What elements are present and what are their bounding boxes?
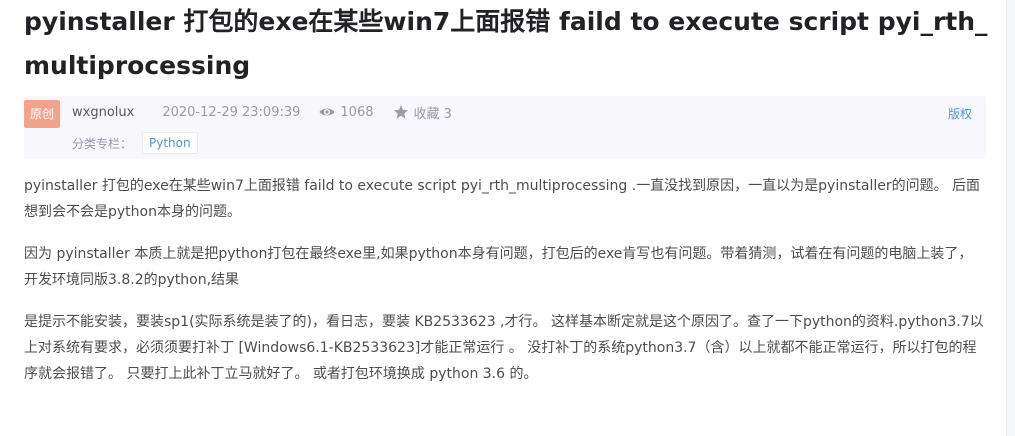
category-row: 分类专栏： Python bbox=[72, 132, 198, 154]
content-paragraph: 是提示不能安装，要装sp1(实际系统是装了的)，看日志，要装 KB2533623… bbox=[24, 314, 984, 382]
original-badge: 原创 bbox=[24, 100, 60, 128]
article-content: pyinstaller 打包的exe在某些win7上面报错 faild to e… bbox=[24, 173, 984, 403]
publish-date: 2020-12-29 23:09:39 bbox=[162, 104, 301, 120]
content-paragraph: pyinstaller 打包的exe在某些win7上面报错 faild to e… bbox=[24, 178, 981, 220]
article-meta-box: 原创 wxgnolux 2020-12-29 23:09:39 1068 收藏 … bbox=[24, 96, 986, 159]
copyright-link[interactable]: 版权 bbox=[948, 105, 972, 122]
content-paragraph: 因为 pyinstaller 本质上就是把python打包在最终exe里,如果p… bbox=[24, 246, 973, 288]
category-tag-python[interactable]: Python bbox=[142, 132, 198, 154]
favorite-button[interactable]: 收藏 3 bbox=[414, 103, 452, 122]
author-link[interactable]: wxgnolux bbox=[72, 105, 134, 120]
eye-icon bbox=[318, 103, 336, 121]
article-meta-row: wxgnolux 2020-12-29 23:09:39 1068 收藏 3 bbox=[72, 102, 452, 122]
page-scroll-edge bbox=[1006, 0, 1015, 436]
article-title: pyinstaller 打包的exe在某些win7上面报错 faild to e… bbox=[24, 7, 988, 80]
article-page: pyinstaller 打包的exe在某些win7上面报错 faild to e… bbox=[0, 0, 1015, 436]
category-label: 分类专栏： bbox=[72, 136, 133, 151]
view-count: 1068 bbox=[340, 104, 374, 120]
star-icon[interactable] bbox=[392, 103, 410, 121]
